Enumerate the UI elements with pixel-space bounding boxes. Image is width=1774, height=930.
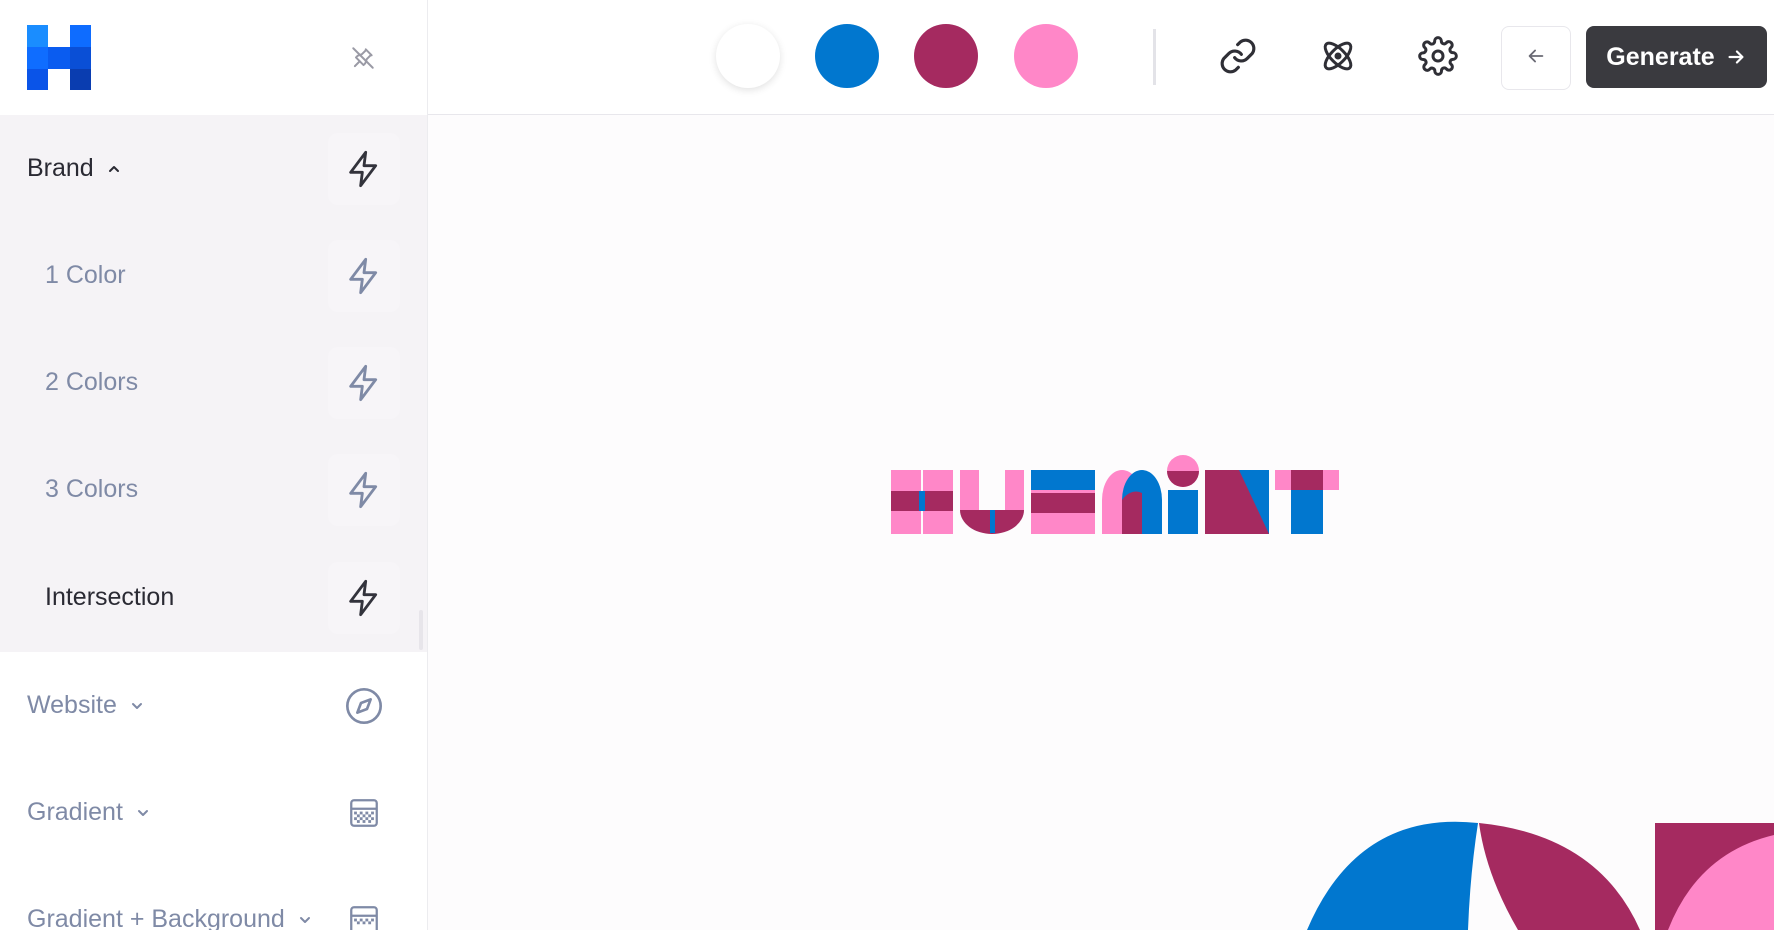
sidebar-item-gradient[interactable]: Gradient	[0, 759, 427, 866]
sidebar-item-intersection[interactable]: Intersection	[0, 544, 427, 651]
back-button[interactable]	[1501, 26, 1571, 90]
chevron-up-icon	[106, 161, 122, 177]
sidebar-item-label: Intersection	[45, 583, 175, 611]
sidebar-item-1-color[interactable]: 1 Color	[0, 222, 427, 329]
chevron-down-icon	[297, 912, 313, 928]
sidebar-item-label: Gradient	[27, 759, 151, 866]
sidebar-item-3-colors[interactable]: 3 Colors	[0, 436, 427, 543]
sidebar: Brand 1 Color 2 Colors 3 Colors Intersec…	[0, 0, 428, 930]
generate-button[interactable]: Generate	[1586, 26, 1767, 88]
lightning-icon[interactable]	[328, 347, 400, 419]
toolbar-divider	[1153, 29, 1156, 85]
sidebar-item-2-colors[interactable]: 2 Colors	[0, 329, 427, 436]
pin-off-icon[interactable]	[345, 40, 381, 76]
preview-canvas	[428, 115, 1774, 930]
generate-label: Generate	[1606, 42, 1715, 71]
gradient-icon[interactable]	[328, 884, 400, 930]
sidebar-item-brand[interactable]: Brand	[0, 115, 427, 222]
palette-swatch[interactable]	[1014, 24, 1078, 88]
sidebar-item-label: Gradient + Background	[27, 866, 313, 930]
sidebar-item-label: Website	[27, 652, 145, 759]
lightning-icon[interactable]	[328, 454, 400, 526]
logo-area	[0, 0, 427, 115]
arrow-left-icon	[1525, 45, 1547, 72]
compass-icon[interactable]	[328, 670, 400, 742]
sidebar-item-label: 1 Color	[45, 261, 126, 289]
gear-icon[interactable]	[1416, 34, 1460, 78]
lightning-icon[interactable]	[328, 562, 400, 634]
sidebar-item-label: 3 Colors	[45, 475, 139, 503]
huemint-logo[interactable]	[27, 25, 91, 90]
toolbar: Generate	[428, 0, 1774, 115]
palette-swatch[interactable]	[716, 24, 780, 88]
chevron-down-icon	[129, 698, 145, 714]
gradient-icon[interactable]	[328, 777, 400, 849]
sidebar-item-label: 2 Colors	[45, 368, 139, 396]
lightning-icon[interactable]	[328, 240, 400, 312]
palette-swatch[interactable]	[815, 24, 879, 88]
sidebar-scrollbar[interactable]	[419, 610, 423, 650]
brand-group: Brand 1 Color 2 Colors 3 Colors Intersec…	[0, 115, 427, 652]
preview-pattern	[1307, 821, 1774, 930]
lightning-icon[interactable]	[328, 133, 400, 205]
arrow-right-icon	[1725, 46, 1747, 68]
atom-icon[interactable]	[1316, 34, 1360, 78]
sidebar-item-gradient-background[interactable]: Gradient + Background	[0, 866, 427, 930]
chevron-down-icon	[135, 805, 151, 821]
sidebar-item-website[interactable]: Website	[0, 652, 427, 759]
sidebar-item-label: Brand	[27, 115, 122, 222]
palette-swatch[interactable]	[914, 24, 978, 88]
link-icon[interactable]	[1216, 34, 1260, 78]
